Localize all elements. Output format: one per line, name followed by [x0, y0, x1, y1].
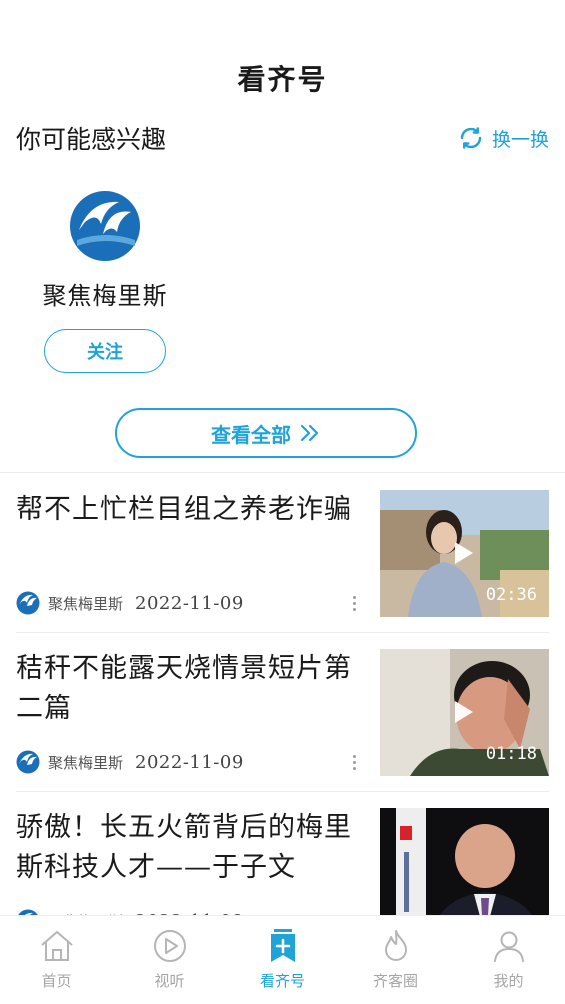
- tab-qikequan-label: 齐客圈: [372, 972, 418, 990]
- home-icon: [40, 931, 73, 961]
- account-card[interactable]: 聚焦梅里斯 关注: [30, 190, 180, 373]
- bookmark-plus-icon: [270, 929, 295, 962]
- user-icon: [493, 931, 524, 962]
- list-separator: [16, 791, 549, 792]
- article-source: 聚焦梅里斯: [48, 753, 124, 772]
- article-thumbnail[interactable]: 01:18: [380, 649, 549, 776]
- article-source: 聚焦梅里斯: [48, 594, 124, 613]
- recommend-title: 你可能感兴趣: [16, 125, 167, 154]
- tab-qikequan[interactable]: 齐客圈: [339, 916, 452, 1004]
- more-options-icon[interactable]: [346, 590, 362, 616]
- view-all-button[interactable]: 查看全部: [115, 408, 417, 458]
- refresh-label: 换一换: [491, 128, 549, 151]
- flame-icon: [384, 930, 407, 961]
- recommend-header: 你可能感兴趣 换一换: [16, 118, 549, 158]
- refresh-icon: [460, 127, 482, 149]
- article-item[interactable]: 秸秆不能露天烧情景短片第二篇 聚焦梅里斯 2022-11-09 01:18: [16, 649, 549, 777]
- tab-kanqihao[interactable]: 看齐号: [226, 916, 339, 1004]
- video-duration: 01:18: [485, 744, 537, 764]
- article-date: 2022-11-09: [135, 592, 244, 614]
- article-title[interactable]: 骄傲！长五火箭背后的梅里斯科技人才——于子文: [16, 808, 361, 888]
- section-divider: [0, 472, 565, 473]
- article-thumbnail[interactable]: 02:36: [380, 490, 549, 617]
- bottom-tab-bar: 首页 视听 看齐号 齐客圈 我的: [0, 915, 565, 1004]
- play-icon: [455, 542, 473, 564]
- follow-button[interactable]: 关注: [44, 329, 166, 373]
- source-logo: [16, 750, 40, 774]
- refresh-button[interactable]: 换一换: [458, 125, 549, 152]
- article-item[interactable]: 帮不上忙栏目组之养老诈骗 聚焦梅里斯 2022-11-09 02:36: [16, 490, 549, 618]
- play-icon: [455, 701, 473, 723]
- tab-kanqihao-label: 看齐号: [259, 972, 305, 990]
- view-all-label: 查看全部: [211, 422, 291, 447]
- more-options-icon[interactable]: [346, 749, 362, 775]
- tab-mine[interactable]: 我的: [452, 916, 565, 1004]
- account-name: 聚焦梅里斯: [42, 282, 168, 310]
- play-circle-icon: [153, 930, 186, 962]
- list-separator: [16, 632, 549, 633]
- page-title: 看齐号: [237, 63, 328, 96]
- tab-media[interactable]: 视听: [113, 916, 226, 1004]
- tab-home[interactable]: 首页: [0, 916, 113, 1004]
- video-duration: 02:36: [485, 585, 537, 605]
- tab-home-label: 首页: [41, 972, 72, 990]
- source-logo: [16, 591, 40, 615]
- article-date: 2022-11-09: [135, 751, 244, 773]
- account-logo: [70, 191, 140, 261]
- double-chevron-right-icon: [300, 424, 319, 442]
- article-meta: 聚焦梅里斯 2022-11-09: [16, 749, 244, 775]
- article-title[interactable]: 帮不上忙栏目组之养老诈骗: [16, 490, 361, 530]
- tab-media-label: 视听: [154, 972, 185, 990]
- tab-mine-label: 我的: [493, 972, 524, 990]
- article-meta: 聚焦梅里斯 2022-11-09: [16, 590, 244, 616]
- article-title[interactable]: 秸秆不能露天烧情景短片第二篇: [16, 649, 361, 729]
